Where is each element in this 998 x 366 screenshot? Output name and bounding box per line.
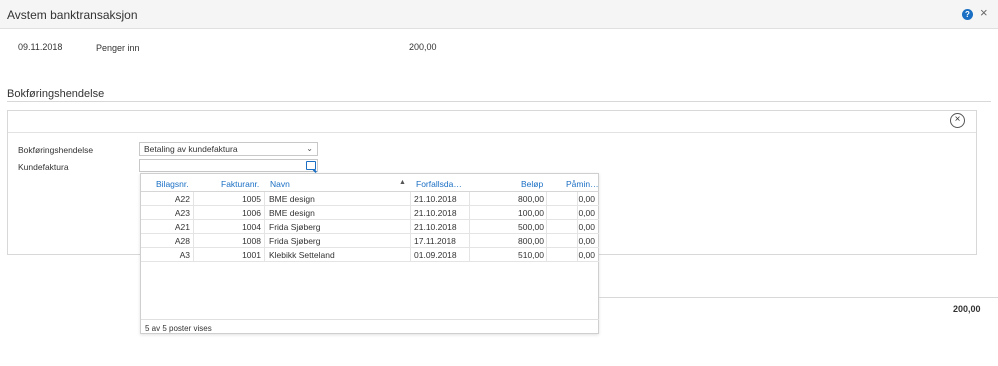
cell-bilagsnr: A23	[174, 208, 190, 218]
cell-forfallsdato: 21.10.2018	[414, 222, 457, 232]
transaction-description: Penger inn	[96, 43, 140, 53]
lookup-icon[interactable]	[306, 161, 316, 170]
cell-paminnelse: 0,00	[578, 222, 595, 232]
column-header-bilagsnr[interactable]: Bilagsnr.	[156, 179, 198, 189]
column-header-belop[interactable]: Beløp	[521, 179, 546, 189]
cell-belop: 510,00	[518, 250, 544, 260]
sort-ascending-icon: ▲	[399, 179, 406, 186]
cell-navn: Frida Sjøberg	[269, 222, 321, 232]
cell-belop: 800,00	[518, 236, 544, 246]
lookup-header-row: Bilagsnr. Fakturanr. Navn ▲ Forfallsda… …	[141, 174, 599, 192]
invoice-input[interactable]	[139, 159, 318, 172]
event-select[interactable]: Betaling av kundefaktura ⌄	[139, 142, 318, 156]
column-header-paminnelse[interactable]: Påmin…	[566, 179, 598, 189]
cell-navn: Klebikk Setteland	[269, 250, 335, 260]
cell-fakturanr: 1005	[242, 194, 261, 204]
event-select-value: Betaling av kundefaktura	[144, 144, 238, 154]
cell-fakturanr: 1006	[242, 208, 261, 218]
cell-belop: 500,00	[518, 222, 544, 232]
cell-forfallsdato: 21.10.2018	[414, 208, 457, 218]
table-row[interactable]: A28 1008 Frida Sjøberg 17.11.2018 800,00…	[141, 234, 599, 248]
transaction-amount: 200,00	[409, 42, 437, 52]
transaction-date: 09.11.2018	[18, 42, 63, 52]
cell-bilagsnr: A22	[174, 194, 190, 204]
cell-forfallsdato: 17.11.2018	[414, 236, 456, 246]
column-header-navn[interactable]: Navn	[270, 179, 330, 189]
cell-belop: 100,00	[518, 208, 544, 218]
cell-fakturanr: 1001	[242, 250, 261, 260]
table-row[interactable]: A21 1004 Frida Sjøberg 21.10.2018 500,00…	[141, 220, 599, 234]
dialog-titlebar: Avstem banktransaksjon ? ×	[0, 0, 998, 29]
cell-navn: BME design	[269, 208, 315, 218]
lookup-footer-divider	[141, 319, 599, 320]
close-icon[interactable]: ×	[980, 6, 988, 20]
invoice-lookup-dropdown: Bilagsnr. Fakturanr. Navn ▲ Forfallsda… …	[140, 173, 599, 334]
cell-paminnelse: 0,00	[578, 250, 595, 260]
help-icon[interactable]: ?	[962, 9, 973, 20]
total-amount: 200,00	[953, 304, 981, 314]
dialog-title: Avstem banktransaksjon	[7, 8, 138, 22]
column-header-forfallsdato[interactable]: Forfallsda…	[416, 179, 464, 189]
section-title: Bokføringshendelse	[7, 88, 105, 100]
event-label: Bokføringshendelse	[18, 145, 94, 155]
table-row[interactable]: A3 1001 Klebikk Setteland 01.09.2018 510…	[141, 248, 599, 262]
cell-fakturanr: 1004	[242, 222, 261, 232]
cell-forfallsdato: 21.10.2018	[414, 194, 457, 204]
cell-belop: 800,00	[518, 194, 544, 204]
remove-circle-icon[interactable]: ×	[950, 113, 965, 128]
cell-navn: Frida Sjøberg	[269, 236, 321, 246]
column-header-fakturanr[interactable]: Fakturanr.	[221, 179, 263, 189]
cell-navn: BME design	[269, 194, 315, 204]
total-divider	[599, 297, 998, 298]
cell-bilagsnr: A21	[174, 222, 190, 232]
panel-header-divider	[8, 132, 976, 133]
cell-paminnelse: 0,00	[578, 208, 595, 218]
invoice-label: Kundefaktura	[18, 162, 69, 172]
cell-paminnelse: 0,00	[578, 236, 595, 246]
cell-bilagsnr: A28	[174, 236, 190, 246]
cell-forfallsdato: 01.09.2018	[414, 250, 457, 260]
lookup-record-count: 5 av 5 poster vises	[145, 324, 212, 333]
cell-paminnelse: 0,00	[578, 194, 595, 204]
cell-fakturanr: 1008	[242, 236, 261, 246]
section-divider	[7, 101, 991, 102]
cell-bilagsnr: A3	[179, 250, 190, 260]
chevron-down-icon: ⌄	[306, 144, 313, 153]
table-row[interactable]: A22 1005 BME design 21.10.2018 800,00 0,…	[141, 192, 599, 206]
table-row[interactable]: A23 1006 BME design 21.10.2018 100,00 0,…	[141, 206, 599, 220]
